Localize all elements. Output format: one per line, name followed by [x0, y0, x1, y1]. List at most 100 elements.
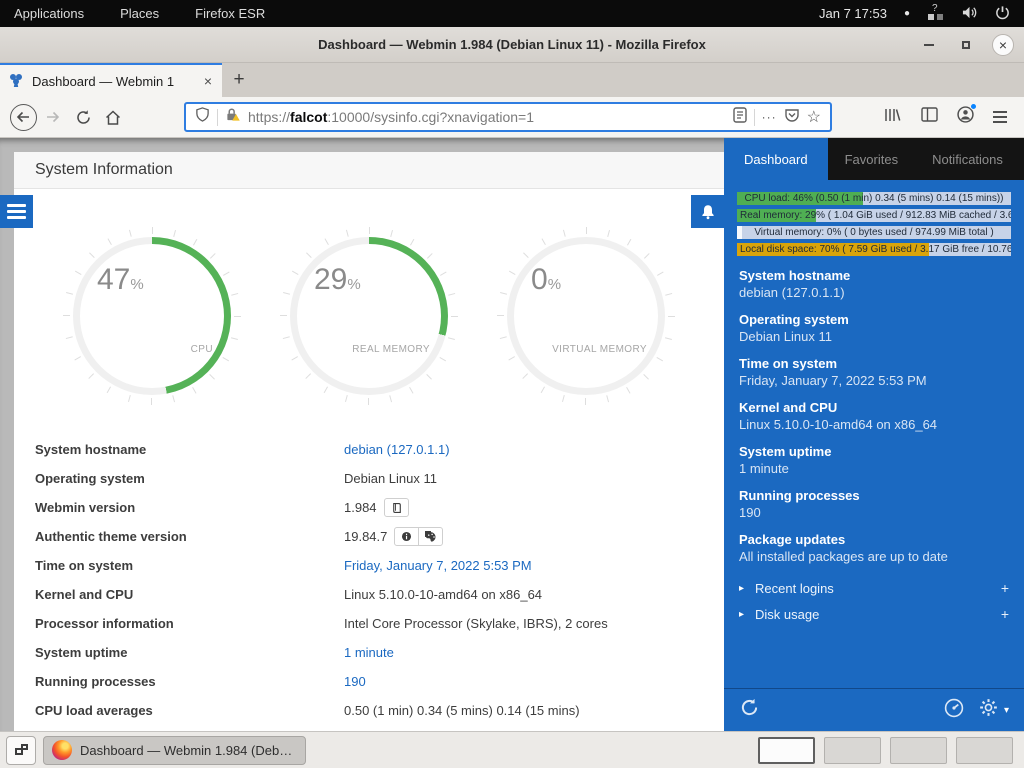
system-information-panel: System Information 47% CPU 29% REAL MEMO…	[14, 152, 724, 731]
theme-palette-button[interactable]	[418, 527, 443, 546]
browser-viewport: System Information 47% CPU 29% REAL MEMO…	[0, 138, 1024, 731]
url-text[interactable]: https://falcot:10000/sysinfo.cgi?xnaviga…	[248, 109, 726, 125]
list-item: Operating systemDebian Linux 11	[739, 311, 1009, 345]
notifications-bell-button[interactable]	[691, 195, 724, 228]
tab-title: Dashboard — Webmin 1	[32, 74, 194, 89]
disk-space-meter: Local disk space: 70% ( 7.59 GiB used / …	[737, 243, 1011, 256]
table-row: Authentic theme version 19.84.7	[14, 522, 724, 551]
window-titlebar[interactable]: Dashboard — Webmin 1.984 (Debian Linux 1…	[0, 27, 1024, 63]
real-memory-meter: Real memory: 29% ( 1.04 GiB used / 912.8…	[737, 209, 1011, 222]
cpu-load-meter: CPU load: 46% (0.50 (1 min) 0.34 (5 mins…	[737, 192, 1011, 205]
page-actions-icon[interactable]: ···	[762, 110, 777, 124]
changelog-button[interactable]	[384, 498, 409, 517]
gear-icon[interactable]	[979, 698, 998, 722]
nav-toolbar: https://falcot:10000/sysinfo.cgi?xnaviga…	[0, 97, 1024, 138]
minimize-button[interactable]	[918, 34, 940, 56]
cpu-gauge: 47% CPU	[73, 237, 231, 395]
reader-mode-icon[interactable]	[733, 107, 747, 128]
real-memory-gauge: 29% REAL MEMORY	[290, 237, 448, 395]
table-row: CPU load averages0.50 (1 min) 0.34 (5 mi…	[14, 696, 724, 725]
table-row: Operating systemDebian Linux 11	[14, 464, 724, 493]
back-button[interactable]	[8, 102, 38, 132]
table-row: Time on systemFriday, January 7, 2022 5:…	[14, 551, 724, 580]
pocket-icon[interactable]	[784, 107, 800, 128]
theme-info-button[interactable]	[394, 527, 419, 546]
table-row: Running processes190	[14, 667, 724, 696]
workspace-1[interactable]	[758, 737, 815, 764]
page-title: System Information	[14, 152, 724, 189]
forward-button[interactable]	[38, 102, 68, 132]
workspace-2[interactable]	[824, 737, 881, 764]
disk-usage-toggle[interactable]: ▸ Disk usage +	[724, 601, 1024, 627]
system-info-table: System hostnamedebian (127.0.1.1) Operat…	[14, 435, 724, 731]
recent-logins-toggle[interactable]: ▸ Recent logins +	[724, 575, 1024, 601]
hostname-link[interactable]: debian (127.0.1.1)	[344, 442, 450, 457]
table-row: Processor informationIntel Core Processo…	[14, 609, 724, 638]
list-item: System uptime1 minute	[739, 443, 1009, 477]
table-row: Kernel and CPULinux 5.10.0-10-amd64 on x…	[14, 580, 724, 609]
show-desktop-button[interactable]	[6, 736, 36, 765]
tab-close-icon[interactable]: ×	[202, 73, 214, 89]
window-title: Dashboard — Webmin 1.984 (Debian Linux 1…	[0, 37, 1024, 52]
processes-link[interactable]: 190	[344, 674, 366, 689]
sidebar-menu-toggle-button[interactable]	[0, 195, 33, 228]
sidebar-tabs: Dashboard Favorites Notifications	[724, 138, 1024, 180]
list-item: Time on systemFriday, January 7, 2022 5:…	[739, 355, 1009, 389]
desktop: Applications Places Firefox ESR Jan 7 17…	[0, 0, 1024, 768]
tab-bar: Dashboard — Webmin 1 × +	[0, 63, 1024, 97]
volume-icon[interactable]	[961, 5, 978, 23]
speedometer-icon[interactable]	[944, 698, 964, 723]
time-link[interactable]: Friday, January 7, 2022 5:53 PM	[344, 558, 532, 573]
tracking-shield-icon[interactable]	[195, 107, 210, 127]
taskbar-window-button[interactable]: Dashboard — Webmin 1.984 (Deb…	[43, 736, 306, 765]
tab-dashboard[interactable]: Dashboard — Webmin 1 ×	[0, 63, 222, 97]
sidebar-system-info: System hostnamedebian (127.0.1.1) Operat…	[739, 267, 1009, 565]
network-status-icon[interactable]: ?	[927, 6, 944, 21]
power-icon[interactable]	[995, 5, 1010, 23]
list-item: System hostnamedebian (127.0.1.1)	[739, 267, 1009, 301]
url-bar[interactable]: https://falcot:10000/sysinfo.cgi?xnaviga…	[184, 102, 832, 132]
uptime-link[interactable]: 1 minute	[344, 645, 394, 660]
tab-notifications[interactable]: Notifications	[915, 138, 1020, 180]
expand-plus-icon[interactable]: +	[1001, 606, 1009, 622]
new-tab-button[interactable]: +	[222, 63, 256, 97]
clock[interactable]: Jan 7 17:53	[819, 6, 887, 21]
refresh-icon[interactable]	[739, 697, 760, 723]
workspace-switcher	[758, 737, 1018, 764]
bottom-taskbar: Dashboard — Webmin 1.984 (Deb…	[0, 731, 1024, 768]
list-item: Package updatesAll installed packages ar…	[739, 531, 1009, 565]
library-icon[interactable]	[884, 107, 902, 128]
chevron-right-icon: ▸	[739, 583, 744, 594]
gnome-top-bar: Applications Places Firefox ESR Jan 7 17…	[0, 0, 1024, 27]
caret-down-icon[interactable]: ▾	[1004, 705, 1009, 716]
webmin-sidebar: Dashboard Favorites Notifications CPU lo…	[724, 138, 1024, 731]
lock-warning-icon[interactable]	[225, 107, 241, 127]
home-button[interactable]	[98, 102, 128, 132]
close-button[interactable]: ×	[992, 34, 1014, 56]
maximize-button[interactable]	[955, 34, 977, 56]
workspace-3[interactable]	[890, 737, 947, 764]
firefox-icon	[52, 740, 72, 760]
bookmark-star-icon[interactable]: ☆	[807, 107, 821, 127]
sidebar-footer: ▾	[724, 688, 1024, 731]
app-menu-icon[interactable]	[993, 111, 1007, 123]
resource-meters: CPU load: 46% (0.50 (1 min) 0.34 (5 mins…	[737, 192, 1011, 256]
status-dot-icon: ●	[904, 8, 910, 19]
webmin-favicon-icon	[8, 72, 24, 91]
tab-dashboard-sidebar[interactable]: Dashboard	[724, 138, 828, 180]
gauges-row: 47% CPU 29% REAL MEMORY 0% VIRTUAL MEMOR…	[14, 237, 724, 395]
account-icon[interactable]	[957, 106, 974, 128]
reload-button[interactable]	[68, 102, 98, 132]
expand-plus-icon[interactable]: +	[1001, 580, 1009, 596]
menu-applications[interactable]: Applications	[14, 6, 84, 21]
menu-places[interactable]: Places	[120, 6, 159, 21]
list-item: Kernel and CPULinux 5.10.0-10-amd64 on x…	[739, 399, 1009, 433]
table-row: System uptime1 minute	[14, 638, 724, 667]
table-row: System hostnamedebian (127.0.1.1)	[14, 435, 724, 464]
tab-favorites[interactable]: Favorites	[828, 138, 915, 180]
virtual-memory-gauge: 0% VIRTUAL MEMORY	[507, 237, 665, 395]
menu-firefox-esr[interactable]: Firefox ESR	[195, 6, 265, 21]
list-item: Running processes190	[739, 487, 1009, 521]
workspace-4[interactable]	[956, 737, 1013, 764]
sidebar-toggle-icon[interactable]	[921, 107, 938, 127]
